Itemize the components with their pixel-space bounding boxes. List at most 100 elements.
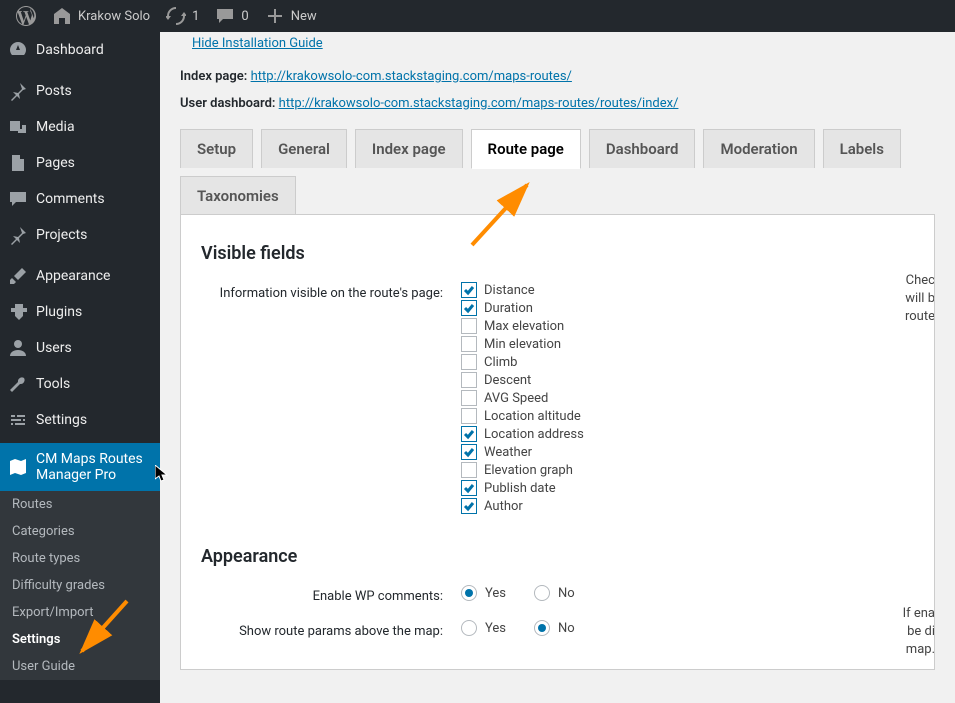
checkbox-option[interactable]: Min elevation <box>461 336 914 352</box>
visible-fields-title: Visible fields <box>201 243 914 264</box>
site-home[interactable]: Krakow Solo <box>44 0 158 32</box>
enable-comments-label: Enable WP comments: <box>201 585 461 604</box>
checkbox-option[interactable]: Climb <box>461 354 914 370</box>
tab-general[interactable]: General <box>261 129 347 168</box>
checkbox-option[interactable]: AVG Speed <box>461 390 914 406</box>
submenu-routes[interactable]: Routes <box>0 491 160 518</box>
new-label: New <box>291 9 317 24</box>
checkbox-icon <box>461 498 477 514</box>
visible-fields-checkboxes: Distance Duration Max elevation Min elevati… <box>461 282 914 516</box>
pin-icon <box>8 81 28 101</box>
tab-index-page[interactable]: Index page <box>355 129 463 168</box>
sliders-icon <box>8 410 28 430</box>
checkbox-option[interactable]: Location address <box>461 426 914 442</box>
enable-comments-yes[interactable]: Yes <box>461 585 506 601</box>
tab-moderation[interactable]: Moderation <box>703 129 814 168</box>
checkbox-label: Author <box>484 499 523 514</box>
submenu-cm-maps: Routes Categories Route types Difficulty… <box>0 491 160 680</box>
checkbox-icon <box>461 480 477 496</box>
new-content[interactable]: New <box>257 0 325 32</box>
user-dashboard-url[interactable]: http://krakowsolo-com.stackstaging.com/m… <box>279 96 679 111</box>
refresh[interactable]: 1 <box>158 0 207 32</box>
checkbox-label: Max elevation <box>484 319 564 334</box>
checkbox-label: Climb <box>484 355 517 370</box>
checkbox-icon <box>461 390 477 406</box>
checkbox-icon <box>461 336 477 352</box>
show-params-yes[interactable]: Yes <box>461 620 506 636</box>
checkbox-option[interactable]: Location altitude <box>461 408 914 424</box>
radio-icon <box>461 585 477 601</box>
appearance-title: Appearance <box>201 546 914 567</box>
wordpress-icon <box>16 6 36 26</box>
tab-dashboard[interactable]: Dashboard <box>589 129 696 168</box>
tab-labels[interactable]: Labels <box>823 129 901 168</box>
checkbox-icon <box>461 282 477 298</box>
menu-posts[interactable]: Posts <box>0 73 160 109</box>
index-page-url[interactable]: http://krakowsolo-com.stackstaging.com/m… <box>251 69 572 84</box>
menu-appearance[interactable]: Appearance <box>0 258 160 294</box>
map-icon <box>8 457 28 477</box>
checkbox-option[interactable]: Distance <box>461 282 914 298</box>
site-name: Krakow Solo <box>78 9 150 24</box>
checkbox-label: AVG Speed <box>484 391 548 406</box>
submenu-route-types[interactable]: Route types <box>0 545 160 572</box>
menu-settings[interactable]: Settings <box>0 402 160 438</box>
menu-comments[interactable]: Comments <box>0 181 160 217</box>
page-icon <box>8 153 28 173</box>
help-text-line1: Chec <box>906 273 935 288</box>
enable-comments-row: Enable WP comments: Yes No <box>201 585 914 604</box>
menu-cm-maps[interactable]: CM Maps Routes Manager Pro <box>0 443 160 491</box>
checkbox-option[interactable]: Publish date <box>461 480 914 496</box>
radio-icon <box>534 620 550 636</box>
hide-installation-guide-link[interactable]: Hide Installation Guide <box>180 32 323 63</box>
wrench-icon <box>8 374 28 394</box>
submenu-difficulty[interactable]: Difficulty grades <box>0 572 160 599</box>
comments-icon <box>8 189 28 209</box>
checkbox-icon <box>461 354 477 370</box>
menu-projects[interactable]: Projects <box>0 217 160 253</box>
checkbox-label: Location address <box>484 427 584 442</box>
checkbox-label: Descent <box>484 373 531 388</box>
submenu-user-guide[interactable]: User Guide <box>0 653 160 680</box>
checkbox-option[interactable]: Max elevation <box>461 318 914 334</box>
checkbox-label: Location altitude <box>484 409 581 424</box>
menu-tools[interactable]: Tools <box>0 366 160 402</box>
radio-icon <box>461 620 477 636</box>
visible-fields-label: Information visible on the route's page: <box>201 282 461 301</box>
menu-dashboard[interactable]: Dashboard <box>0 32 160 68</box>
plus-icon <box>265 6 285 26</box>
admin-sidebar: Dashboard Posts Media Pages Comments Pro… <box>0 32 160 703</box>
tab-taxonomies[interactable]: Taxonomies <box>180 176 296 215</box>
checkbox-label: Publish date <box>484 481 556 496</box>
refresh-count: 1 <box>192 9 199 24</box>
checkbox-option[interactable]: Author <box>461 498 914 514</box>
submenu-categories[interactable]: Categories <box>0 518 160 545</box>
submenu-settings[interactable]: Settings <box>0 626 160 653</box>
show-params-no[interactable]: No <box>534 620 575 636</box>
tab-route-page[interactable]: Route page <box>471 129 581 169</box>
help-text-line3: route <box>905 309 935 324</box>
checkbox-label: Weather <box>484 445 532 460</box>
checkbox-option[interactable]: Descent <box>461 372 914 388</box>
menu-media[interactable]: Media <box>0 109 160 145</box>
comments-bubble[interactable]: 0 <box>207 0 256 32</box>
help-text-line4: If ena <box>903 606 935 621</box>
tab-setup[interactable]: Setup <box>180 129 253 168</box>
checkbox-option[interactable]: Duration <box>461 300 914 316</box>
checkbox-option[interactable]: Weather <box>461 444 914 460</box>
visible-fields-row: Information visible on the route's page:… <box>201 282 914 516</box>
wp-logo[interactable] <box>8 0 44 32</box>
index-page-row: Index page: http://krakowsolo-com.stacks… <box>180 69 935 84</box>
content-area: Hide Installation Guide Index page: http… <box>160 32 955 690</box>
brush-icon <box>8 266 28 286</box>
menu-plugins[interactable]: Plugins <box>0 294 160 330</box>
refresh-icon <box>166 6 186 26</box>
checkbox-option[interactable]: Elevation graph <box>461 462 914 478</box>
submenu-export-import[interactable]: Export/Import <box>0 599 160 626</box>
checkbox-icon <box>461 444 477 460</box>
radio-icon <box>534 585 550 601</box>
enable-comments-no[interactable]: No <box>534 585 575 601</box>
menu-users[interactable]: Users <box>0 330 160 366</box>
menu-pages[interactable]: Pages <box>0 145 160 181</box>
comment-count: 0 <box>241 9 248 24</box>
